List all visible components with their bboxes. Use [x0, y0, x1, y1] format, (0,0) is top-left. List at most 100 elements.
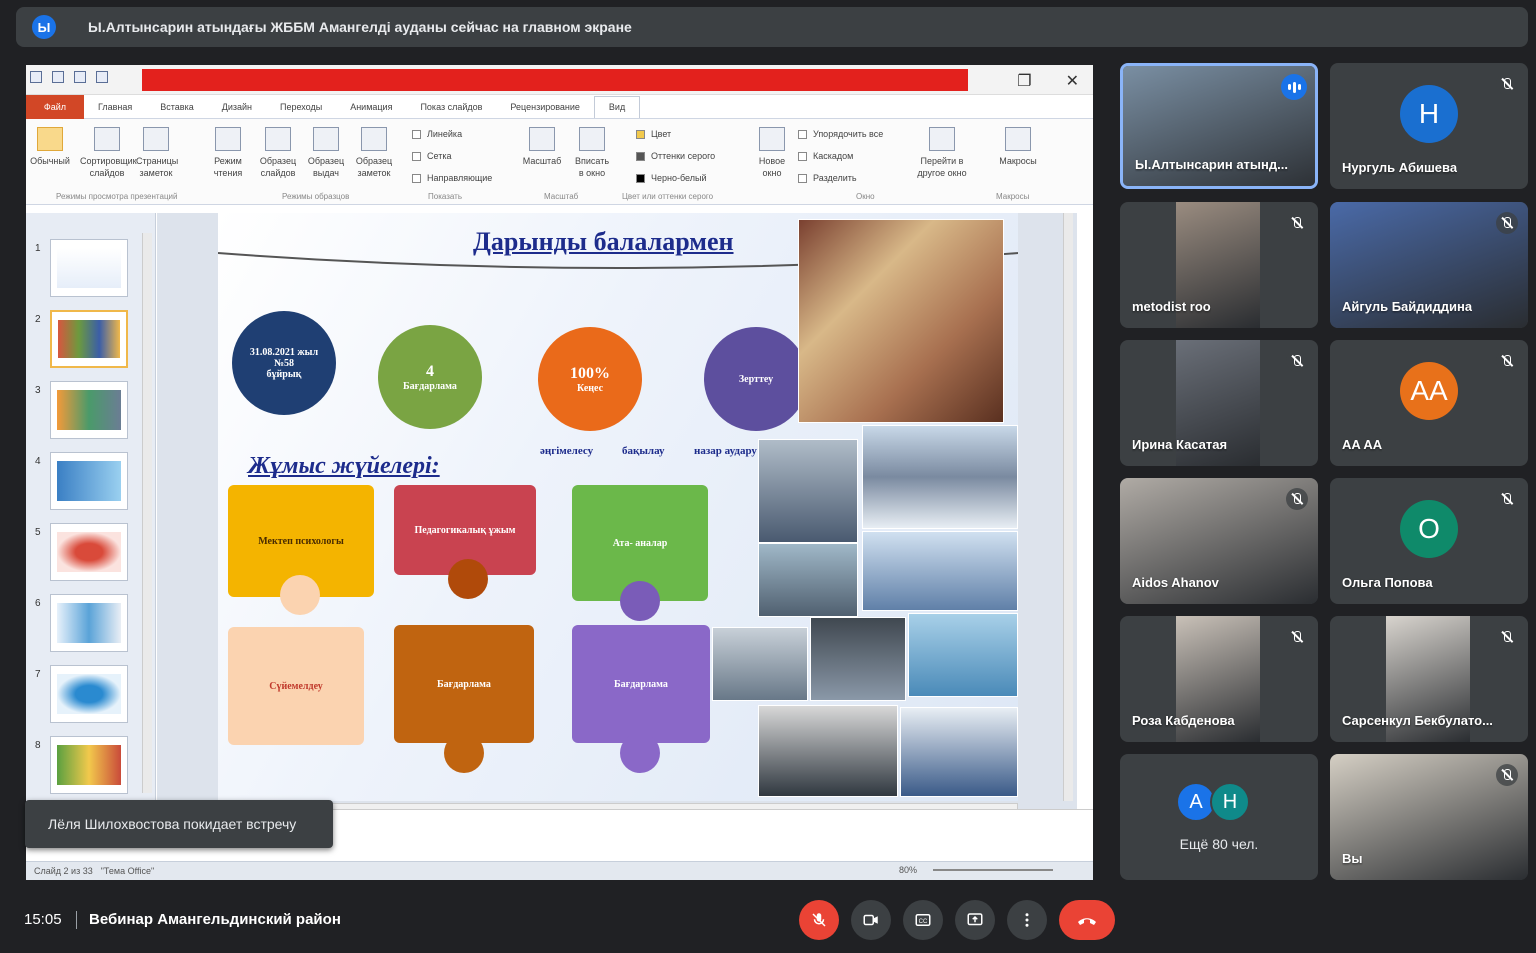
ribbon-ruler: Линейка: [412, 129, 462, 139]
participant-tile[interactable]: Н Нургуль Абишева: [1330, 63, 1528, 189]
participant-name: Роза Кабденова: [1132, 713, 1235, 728]
ribbon-switch: Перейти в другое окно: [910, 127, 974, 179]
participant-name: Ольга Попова: [1342, 575, 1433, 590]
mic-muted-icon: [1496, 212, 1518, 234]
switch-window-icon: [929, 127, 955, 151]
mic-toggle-button[interactable]: [799, 900, 839, 940]
presenting-text: Ы.Алтынсарин атындағы ЖББМ Амангелді ауд…: [88, 19, 632, 35]
sorter-icon: [94, 127, 120, 151]
leave-call-button[interactable]: [1059, 900, 1115, 940]
participant-tile[interactable]: AA AA AA: [1330, 340, 1528, 466]
speaking-indicator-icon: [1281, 74, 1307, 100]
ppt-tab-file: Файл: [26, 94, 84, 119]
slide-thumbnails-pane: 1 2 3 4 5 6 7 8: [26, 213, 156, 853]
participant-name: Ирина Касатая: [1132, 437, 1228, 452]
camera-toggle-button[interactable]: [851, 900, 891, 940]
drop-research: Зерттеу: [704, 327, 808, 431]
ribbon-color: Цвет: [636, 129, 671, 139]
participant-avatar: Н: [1210, 782, 1250, 822]
slide-subtitle: Жұмыс жүйелері:: [248, 453, 440, 479]
puzzle-knob: [620, 733, 660, 773]
participant-avatar: Н: [1400, 85, 1458, 143]
ribbon-zoom: Масштаб: [522, 127, 562, 167]
notes-master-icon: [361, 127, 387, 151]
ribbon-new-window: Новое окно: [752, 127, 792, 179]
guides-checkbox: [412, 173, 421, 183]
quick-access-toolbar: [30, 71, 108, 83]
captions-button[interactable]: CC: [903, 900, 943, 940]
ribbon-group-labels: Режимы просмотра презентаций Режимы обра…: [56, 192, 1030, 201]
present-screen-button[interactable]: [955, 900, 995, 940]
status-view-controls: 80%: [891, 865, 1053, 875]
mic-muted-icon: [1496, 350, 1518, 372]
mic-muted-icon: [1286, 350, 1308, 372]
mic-off-icon: [812, 913, 826, 927]
ribbon-fit: Вписать в окно: [572, 127, 612, 179]
svg-text:CC: CC: [919, 919, 928, 925]
participant-avatar: О: [1400, 500, 1458, 558]
ppt-tab-home: Главная: [98, 101, 133, 112]
participant-name: Нургуль Абишева: [1342, 160, 1458, 175]
participant-name: metodist roo: [1132, 299, 1211, 314]
bottom-bar: 15:05 Вебинар Амангельдинский район CC: [0, 886, 1536, 953]
slide-thumbnail: [50, 665, 128, 723]
ppt-tab-transitions: Переходы: [279, 101, 323, 112]
more-participants-avatars: АН: [1176, 782, 1250, 822]
participant-tile[interactable]: Ы.Алтынсарин атынд...: [1120, 63, 1318, 189]
mic-muted-icon: [1496, 488, 1518, 510]
caption-observation: бақылау: [622, 445, 665, 457]
photo-hall: [712, 627, 808, 701]
reading-icon: [215, 127, 241, 151]
ppt-title-redbar: [142, 69, 968, 91]
ribbon-split: Разделить: [798, 173, 857, 183]
more-vert-icon: [1025, 913, 1029, 927]
slide-thumbnail: [50, 523, 128, 581]
photo-event: [758, 543, 858, 617]
photo-group: [900, 707, 1018, 797]
ribbon-grayscale: Оттенки серого: [636, 151, 715, 161]
ribbon-notes-master: Образец заметок: [354, 127, 394, 179]
mic-muted-icon: [1496, 626, 1518, 648]
drop-order: 31.08.2021 жыл №58 бұйрық: [232, 311, 336, 415]
zoom-level: 80%: [898, 865, 917, 875]
photo-dance: [810, 617, 906, 701]
participant-tile[interactable]: Ирина Касатая: [1120, 340, 1318, 466]
more-options-button[interactable]: [1007, 900, 1047, 940]
ruler-checkbox: [412, 129, 421, 139]
slide-vertical-scrollbar: [1063, 213, 1073, 801]
participant-tile[interactable]: Айгуль Байдиддина: [1330, 202, 1528, 328]
split-icon: [798, 173, 807, 183]
slide-thumbnail: [50, 594, 128, 652]
participant-tile[interactable]: Aidos Ahanov: [1120, 478, 1318, 604]
ribbon-cascade: Каскадом: [798, 151, 853, 161]
participant-tile[interactable]: О Ольга Попова: [1330, 478, 1528, 604]
ppt-ribbon: Обычный Сортировщик слайдов Страницы зам…: [26, 119, 1093, 205]
participant-tile[interactable]: Сарсенкул Бекбулато...: [1330, 616, 1528, 742]
slide-thumbnail: [50, 381, 128, 439]
participant-tile[interactable]: metodist roo: [1120, 202, 1318, 328]
puzzle-program-a: Бағдарлама: [394, 625, 534, 743]
ribbon-normal: Обычный: [30, 127, 70, 167]
participant-tile[interactable]: Роза Кабденова: [1120, 616, 1318, 742]
notes-page-icon: [143, 127, 169, 151]
undo-icon: [74, 71, 86, 83]
more-participants-label: Ещё 80 чел.: [1179, 836, 1259, 852]
photo-documents: [798, 219, 1004, 423]
save-icon: [52, 71, 64, 83]
participant-name: Сарсенкул Бекбулато...: [1342, 713, 1493, 728]
meeting-title: Вебинар Амангельдинский район: [89, 911, 341, 928]
participant-tile[interactable]: Вы: [1330, 754, 1528, 880]
slide-thumbnail: [50, 452, 128, 510]
window-controls: ❐ ✕: [1017, 71, 1079, 91]
presenter-avatar: Ы: [32, 15, 56, 39]
participant-name: Aidos Ahanov: [1132, 575, 1219, 590]
participant-name: Айгуль Байдиддина: [1342, 299, 1473, 314]
hangup-icon: [1078, 918, 1096, 925]
ribbon-bw: Черно-белый: [636, 173, 707, 183]
ribbon-slide-master: Образец слайдов: [258, 127, 298, 179]
ribbon-arrange: Упорядочить все: [798, 129, 883, 139]
ribbon-guides: Направляющие: [412, 173, 492, 183]
mic-muted-icon: [1496, 764, 1518, 786]
bw-icon: [636, 173, 645, 183]
participant-tile[interactable]: А Н Ещё 80 чел.: [1120, 754, 1318, 880]
